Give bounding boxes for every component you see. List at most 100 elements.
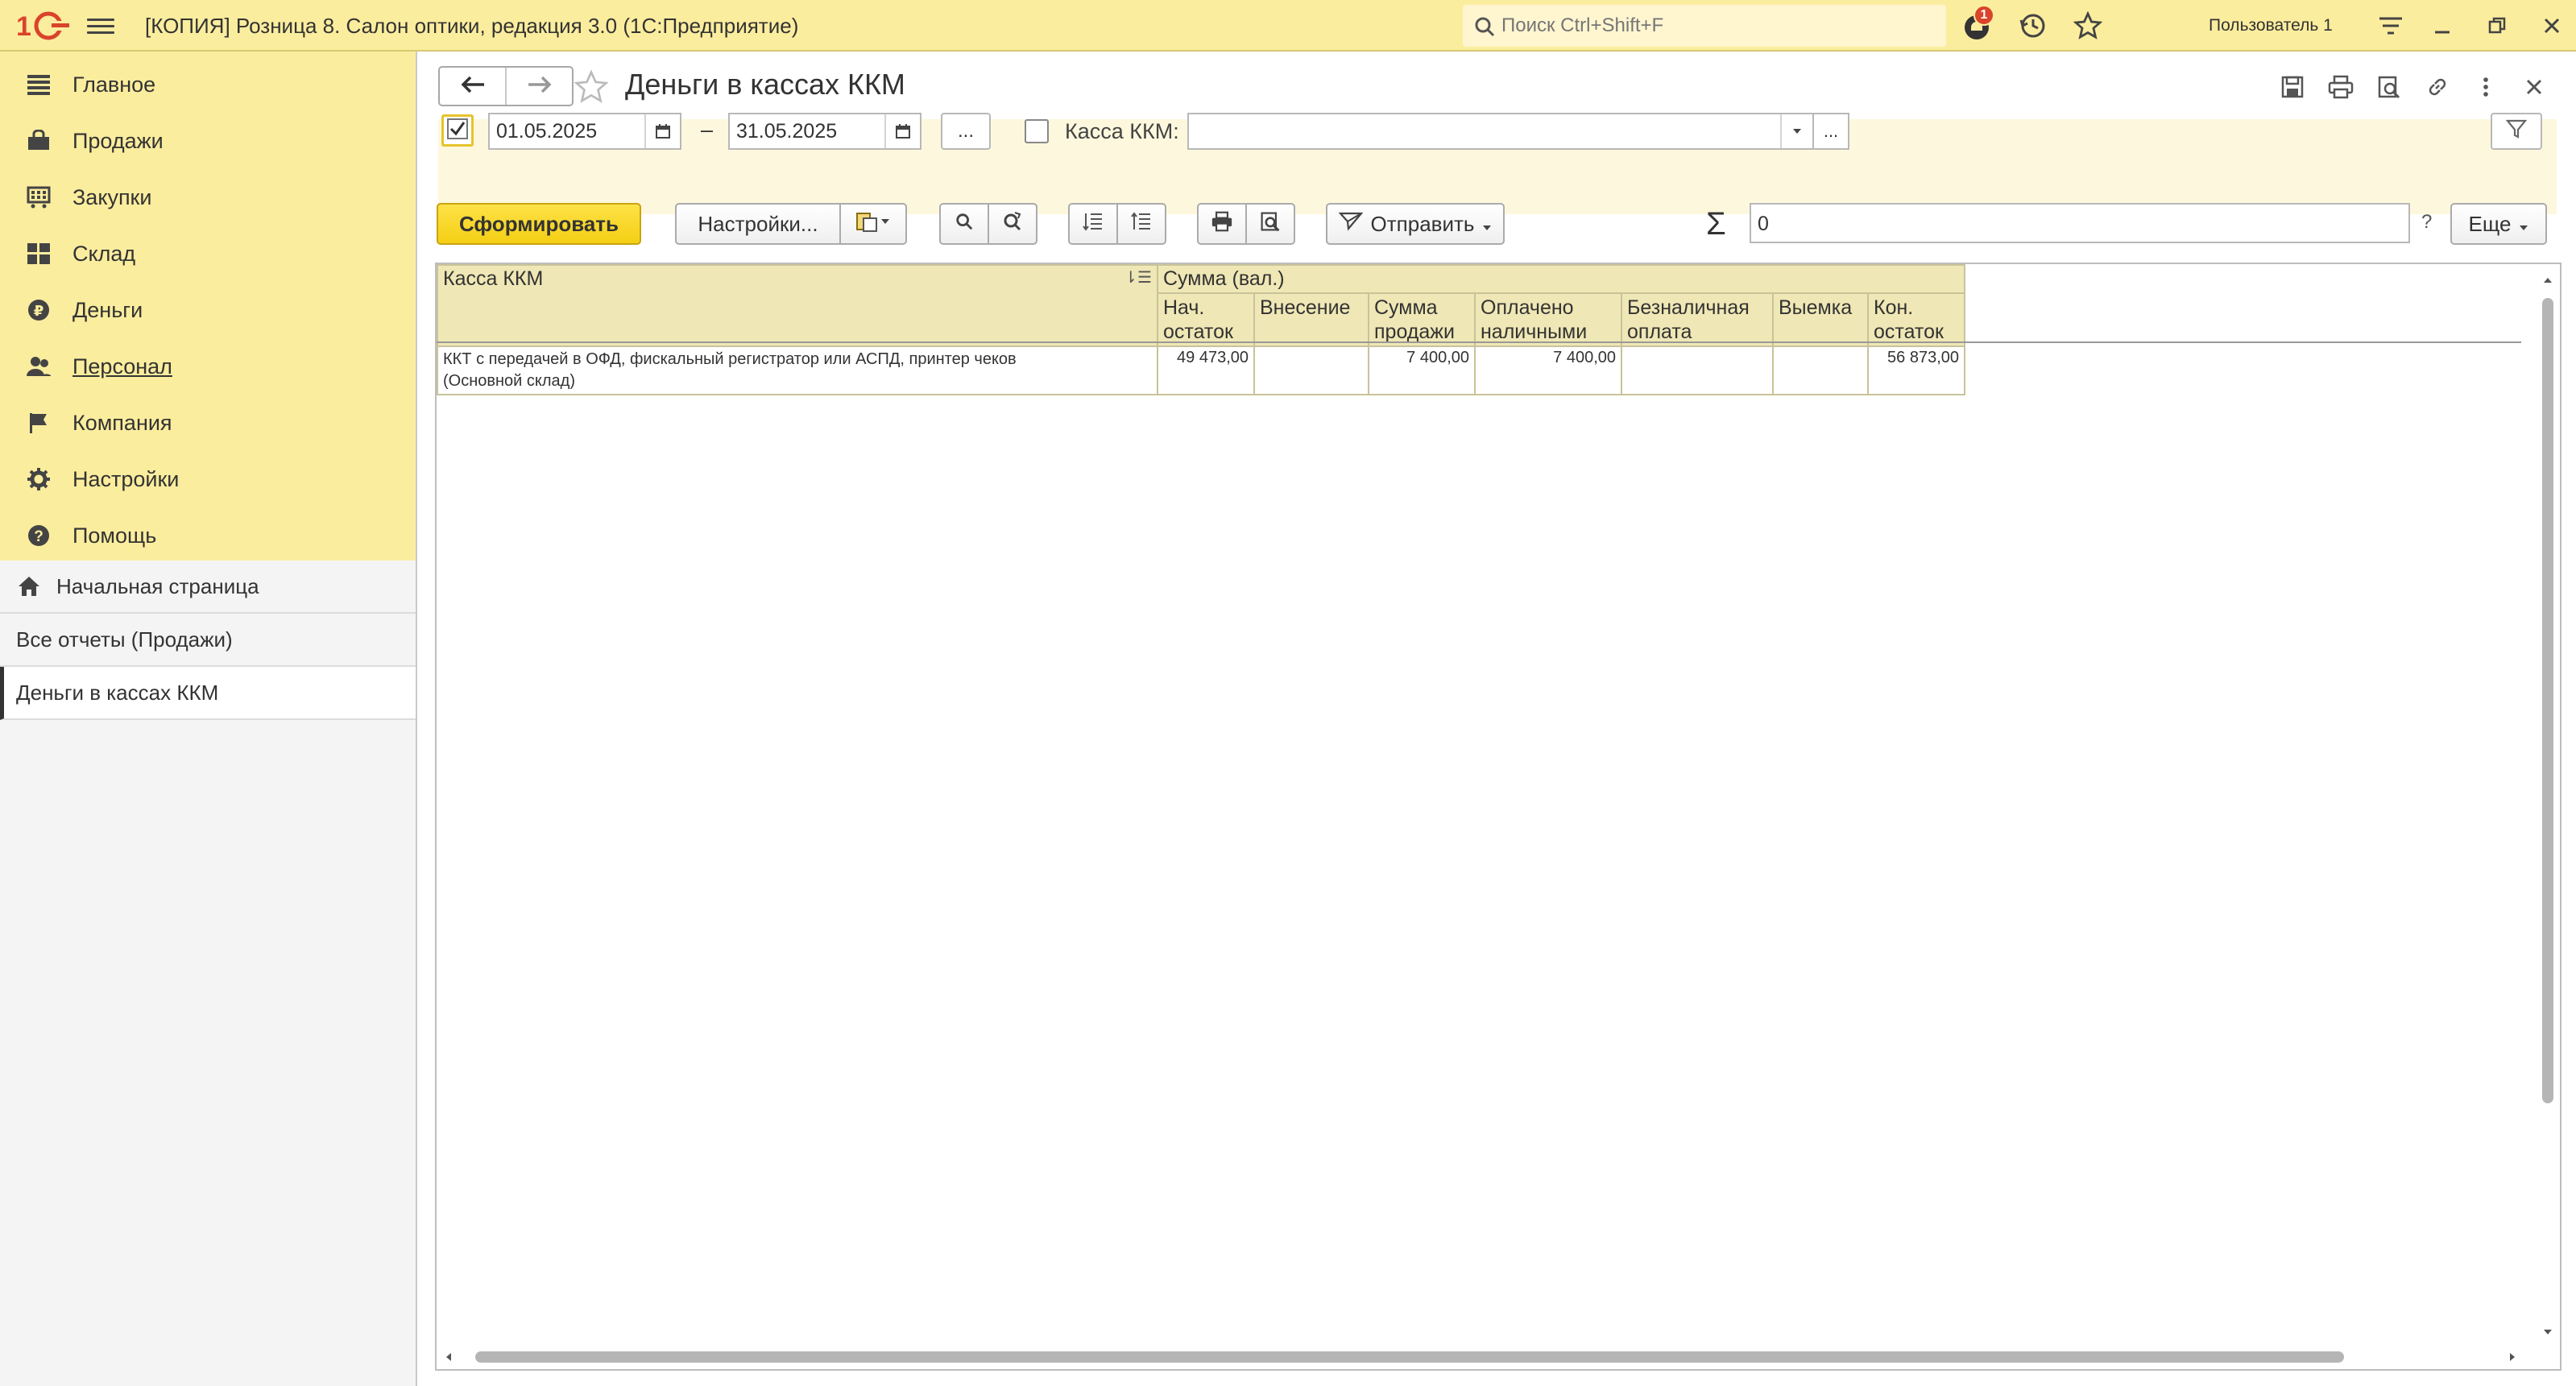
- kassa-more-button[interactable]: ...: [1812, 114, 1848, 148]
- kassa-checkbox[interactable]: [1025, 119, 1049, 143]
- cell-deposit[interactable]: [1253, 345, 1369, 395]
- cell-cash[interactable]: 7 400,00: [1474, 345, 1622, 395]
- section-help[interactable]: ? Помощь: [0, 507, 416, 564]
- expand-groups-button[interactable]: [1068, 203, 1118, 245]
- header-kassa-label: Касса ККМ: [443, 267, 544, 290]
- variants-dropdown-button[interactable]: [839, 203, 907, 245]
- generate-button[interactable]: Сформировать: [437, 203, 641, 245]
- open-window-label: Все отчеты (Продажи): [16, 627, 233, 652]
- chevron-down-icon[interactable]: [1780, 114, 1812, 148]
- minimize-icon[interactable]: [2425, 8, 2460, 43]
- find-next-button[interactable]: [988, 203, 1037, 245]
- home-icon: [16, 573, 42, 599]
- section-company[interactable]: Компания: [0, 395, 416, 451]
- calendar-icon[interactable]: [644, 114, 680, 148]
- collapse-all-icon: [1131, 211, 1152, 238]
- search-next-icon: [1002, 211, 1023, 238]
- calendar-icon[interactable]: [884, 114, 920, 148]
- cell-sales[interactable]: 7 400,00: [1368, 345, 1476, 395]
- more-button[interactable]: Еще: [2450, 203, 2547, 245]
- collapse-groups-button[interactable]: [1116, 203, 1166, 245]
- header-divider: [437, 341, 2521, 343]
- date-to-input[interactable]: [730, 114, 884, 148]
- table-row[interactable]: ККТ с передачей в ОФД, фискальный регист…: [437, 345, 1965, 395]
- section-sales[interactable]: Продажи: [0, 113, 416, 169]
- vertical-scrollbar[interactable]: [2536, 264, 2560, 1343]
- link-icon[interactable]: [2418, 68, 2457, 106]
- sum-help[interactable]: ?: [2421, 211, 2432, 234]
- kassa-input[interactable]: [1189, 114, 1780, 148]
- search-icon: [955, 212, 974, 237]
- date-from-input[interactable]: [490, 114, 644, 148]
- section-main[interactable]: Главное: [0, 56, 416, 113]
- chevron-down-icon: [1482, 212, 1492, 237]
- cell-cashless[interactable]: [1621, 345, 1774, 395]
- open-window-home[interactable]: Начальная страница: [0, 561, 416, 614]
- section-staff[interactable]: Персонал: [0, 338, 416, 395]
- section-label: Помощь: [72, 523, 157, 548]
- find-button[interactable]: [939, 203, 989, 245]
- section-purchases[interactable]: Закупки: [0, 169, 416, 225]
- scroll-left-icon[interactable]: [445, 1351, 453, 1367]
- restore-icon[interactable]: [2479, 8, 2515, 43]
- open-window-label: Начальная страница: [56, 573, 259, 598]
- header-kassa[interactable]: Касса ККМ ⇂☰: [437, 264, 1158, 347]
- favorites-icon[interactable]: [2070, 8, 2106, 43]
- sort-icon[interactable]: ⇂☰: [1124, 267, 1152, 288]
- kassa-label: Касса ККМ:: [1065, 119, 1179, 143]
- scroll-up-icon[interactable]: [2542, 274, 2553, 288]
- search-input[interactable]: [1501, 13, 1936, 39]
- close-form-icon[interactable]: [2515, 68, 2553, 106]
- close-app-icon[interactable]: [2534, 8, 2570, 43]
- send-icon: [1338, 211, 1363, 238]
- report-form: Деньги в кассах ККМ – ... Касса ККМ: ...: [419, 52, 2576, 1386]
- cell-end[interactable]: 56 873,00: [1867, 345, 1965, 395]
- back-button[interactable]: [440, 68, 505, 105]
- notifications-icon[interactable]: 1: [1959, 5, 1994, 43]
- vertical-scroll-thumb[interactable]: [2542, 298, 2553, 1103]
- date-to-field[interactable]: [728, 113, 921, 150]
- form-title: Деньги в кассах ККМ: [625, 68, 905, 101]
- print-icon: [1211, 211, 1233, 238]
- open-window-current-report[interactable]: Деньги в кассах ККМ: [0, 667, 416, 720]
- add-favorite-star-icon[interactable]: [569, 64, 614, 110]
- section-label: Склад: [72, 241, 136, 266]
- settings-button[interactable]: Настройки...: [675, 203, 841, 245]
- select-period-button[interactable]: ...: [941, 113, 991, 150]
- open-window-all-reports[interactable]: Все отчеты (Продажи): [0, 614, 416, 667]
- main-menu-icon[interactable]: [87, 14, 114, 37]
- section-warehouse[interactable]: Склад: [0, 225, 416, 282]
- global-search[interactable]: [1463, 5, 1946, 47]
- history-icon[interactable]: [2015, 8, 2051, 43]
- scroll-down-icon[interactable]: [2542, 1326, 2553, 1340]
- period-checkbox[interactable]: [441, 114, 474, 147]
- title-bar: 1 [КОПИЯ] Розница 8. Салон оптики, редак…: [0, 0, 2576, 52]
- scroll-right-icon[interactable]: [2508, 1351, 2516, 1367]
- print-preview-button[interactable]: [1245, 203, 1295, 245]
- cell-start[interactable]: 49 473,00: [1157, 345, 1255, 395]
- settings-panel-icon[interactable]: [2373, 8, 2408, 43]
- expand-all-icon: [1083, 211, 1104, 238]
- cell-withdrawal[interactable]: [1772, 345, 1869, 395]
- more-actions-icon[interactable]: [2466, 68, 2505, 106]
- date-from-field[interactable]: [488, 113, 681, 150]
- save-icon[interactable]: [2273, 68, 2312, 106]
- current-user[interactable]: Пользователь 1: [2209, 16, 2333, 35]
- forward-button[interactable]: [505, 68, 572, 105]
- notifications-badge: 1: [1973, 5, 1994, 26]
- print-button[interactable]: [1197, 203, 1247, 245]
- selected-cells-sum[interactable]: 0: [1750, 203, 2410, 243]
- horizontal-scroll-thumb[interactable]: [475, 1351, 2344, 1363]
- preview-icon[interactable]: [2370, 68, 2408, 106]
- report-spreadsheet[interactable]: Касса ККМ ⇂☰ Сумма (вал.) Нач. остаток В…: [435, 263, 2562, 1371]
- kassa-field[interactable]: ...: [1187, 113, 1849, 150]
- send-button[interactable]: Отправить: [1326, 203, 1505, 245]
- row-kassa-name[interactable]: ККТ с передачей в ОФД, фискальный регист…: [437, 345, 1158, 395]
- section-settings[interactable]: Настройки: [0, 451, 416, 507]
- horizontal-scrollbar[interactable]: [437, 1345, 2539, 1369]
- header-col-withdrawal: Выемка: [1772, 292, 1869, 347]
- filter-settings-button[interactable]: [2491, 113, 2542, 150]
- section-money[interactable]: ₽ Деньги: [0, 282, 416, 338]
- header-col-cashless: Безналичная оплата: [1621, 292, 1774, 347]
- print-icon[interactable]: [2321, 68, 2360, 106]
